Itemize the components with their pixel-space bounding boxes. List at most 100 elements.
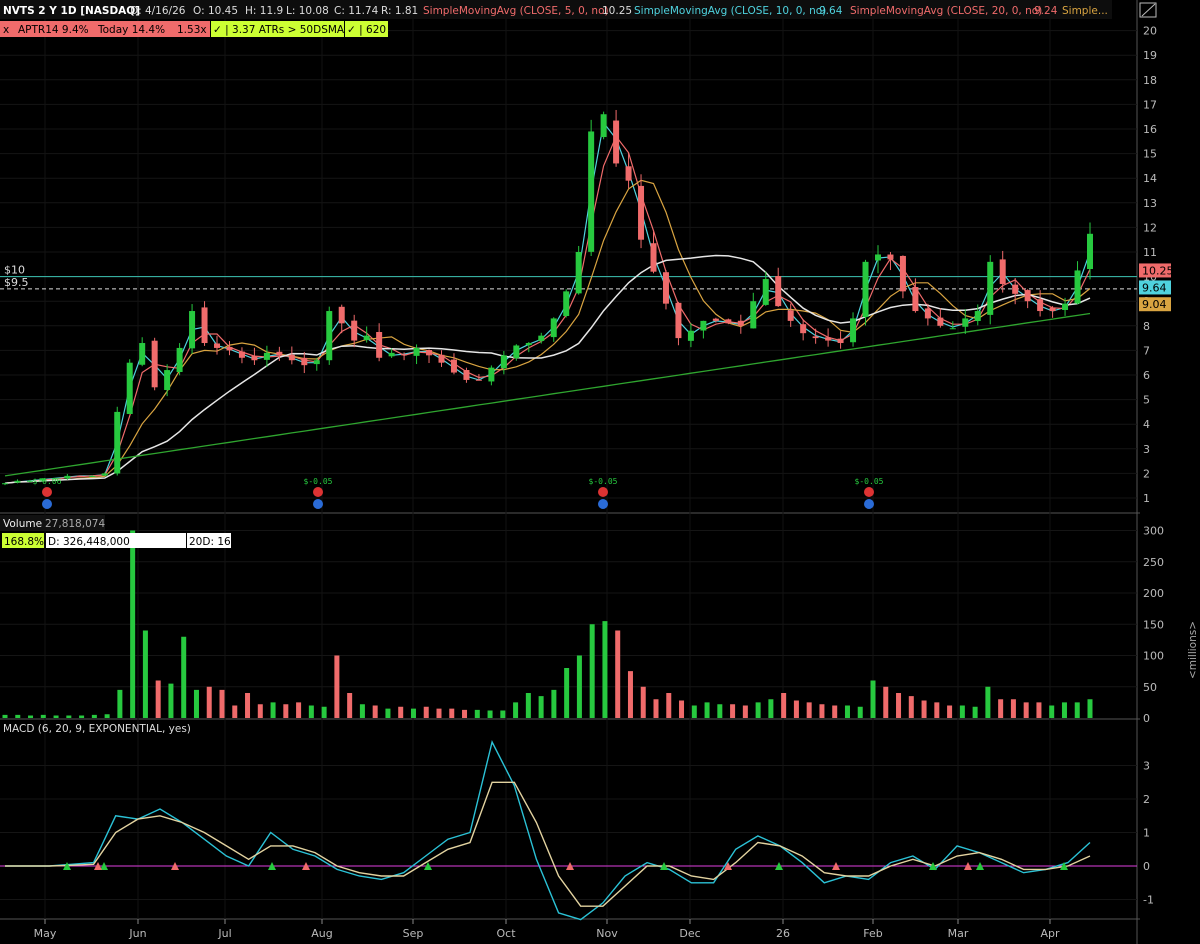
volume-bar	[168, 683, 174, 718]
candle-body	[600, 114, 607, 138]
volume-bar	[321, 706, 327, 718]
volume-bar	[219, 689, 225, 718]
x-tick-label: May	[34, 927, 57, 940]
settings-icon[interactable]	[1139, 2, 1157, 18]
volume-bar	[104, 714, 110, 718]
x-label: x	[3, 24, 9, 36]
macd-header: MACD (6, 20, 9, EXPONENTIAL, yes)	[3, 723, 191, 735]
price-tick-label: 1	[1143, 492, 1150, 505]
volume-bar	[117, 689, 123, 718]
sma20-line	[4, 179, 1091, 484]
volume-header: Volume 27,818,074 168.8% D: 326,448,000 …	[0, 515, 1199, 679]
today-label: Today 14.4%	[97, 24, 165, 36]
volume-bar	[589, 624, 595, 718]
candle-body	[101, 473, 108, 476]
volume-tick-label: 200	[1143, 587, 1164, 600]
volume-bar	[474, 709, 480, 718]
ratio-label: 1.53x	[177, 24, 207, 36]
volume-20d: 20D: 169,677,000	[189, 536, 284, 548]
candle-body	[189, 311, 196, 349]
candle-body	[949, 328, 956, 330]
price-tick-label: 11	[1143, 246, 1157, 259]
candle-body	[725, 319, 732, 324]
volume-bar	[934, 702, 940, 718]
candle-body	[787, 310, 794, 321]
candle-body	[376, 332, 383, 358]
x-axis-ticks: May Jun Jul Aug Sep Oct Nov Dec 26 Feb Mar Apr	[34, 919, 1060, 940]
candle-body	[201, 307, 208, 344]
volume-bar	[423, 706, 429, 718]
volume-bar	[1087, 699, 1093, 718]
volume-bar	[232, 705, 238, 718]
volume-bar	[564, 668, 570, 718]
candle-body	[675, 302, 682, 339]
volume-bar	[551, 689, 557, 718]
earnings-markers[interactable]: $-0.06 $-0.05 $-0.05 $-0.05	[33, 477, 884, 509]
candle-body	[126, 362, 133, 414]
candle-body	[588, 131, 595, 252]
sma5-label[interactable]: SimpleMovingAvg (CLOSE, 5, 0, no)	[423, 5, 609, 17]
candles[interactable]	[2, 109, 1093, 486]
x-tick-label: Jun	[128, 927, 146, 940]
y-axis-ticks: 1234567891011121314151617181920050100150…	[1143, 25, 1164, 907]
price-tick-label: 17	[1143, 98, 1157, 111]
earnings-icon	[42, 487, 52, 497]
candle-body	[800, 324, 807, 334]
price-label-text: 9.64	[1142, 281, 1167, 294]
volume-bar	[270, 702, 276, 718]
dividend-icon	[598, 499, 608, 509]
chart-canvas[interactable]: $10$9.5 $-0.06 $-0.05 $-0.05 $-0.05 1234567…	[0, 0, 1200, 944]
volume-bar	[2, 714, 8, 718]
candle-body	[638, 185, 645, 240]
candle-body	[288, 354, 295, 361]
volume-bar	[487, 710, 493, 718]
volume-bar	[1061, 702, 1067, 718]
candle-body	[89, 475, 96, 477]
dividend-icon	[864, 499, 874, 509]
volume-bar	[947, 705, 953, 718]
volume-bar	[921, 700, 927, 718]
sma20-label[interactable]: SimpleMovingAvg (CLOSE, 20, 0, no)	[850, 5, 1042, 17]
candle-body	[326, 311, 333, 361]
volume-bar	[155, 680, 161, 718]
grid	[0, 0, 1137, 919]
sma200-line	[4, 312, 1091, 477]
volume-bar	[666, 693, 672, 718]
price-tick-label: 3	[1143, 443, 1150, 456]
volume-bar	[398, 706, 404, 718]
volume-bar	[385, 708, 391, 718]
volume-bar	[857, 706, 863, 718]
candle-body	[401, 354, 408, 356]
volume-bar	[142, 630, 148, 718]
sma10-label[interactable]: SimpleMovingAvg (CLOSE, 10, 0, no)	[634, 5, 826, 17]
candle-body	[987, 261, 994, 315]
volume-bar	[602, 621, 608, 718]
candle-body	[351, 320, 358, 341]
volume-bar	[513, 702, 519, 718]
candle-body	[563, 291, 570, 317]
symbol-label[interactable]: NVTS 2 Y 1D [NASDAQ]	[3, 5, 140, 17]
candle-body	[837, 338, 844, 344]
candle-body	[313, 360, 320, 365]
volume-bar	[730, 704, 736, 718]
volume-bar	[347, 693, 353, 718]
volume-bar	[79, 715, 85, 718]
volume-bar	[130, 530, 136, 718]
volume-bar	[998, 699, 1004, 718]
moving-average-lines	[4, 121, 1091, 484]
volume-tick-label: 100	[1143, 650, 1164, 663]
candle-body	[64, 475, 71, 479]
x-tick-label: Nov	[596, 927, 618, 940]
volume-bar	[985, 686, 991, 718]
volume-tick-label: 300	[1143, 525, 1164, 538]
price-tick-label: 14	[1143, 172, 1157, 185]
macd-tick-label: 1	[1143, 827, 1150, 840]
volume-bar	[28, 715, 34, 718]
volume-bar	[193, 689, 199, 718]
more-studies-label[interactable]: Simple...	[1062, 5, 1108, 17]
x-tick-label: Feb	[863, 927, 882, 940]
candle-body	[338, 306, 345, 324]
volume-pct: 168.8%	[4, 536, 44, 548]
candle-body	[2, 483, 8, 485]
candle-body	[613, 120, 620, 164]
